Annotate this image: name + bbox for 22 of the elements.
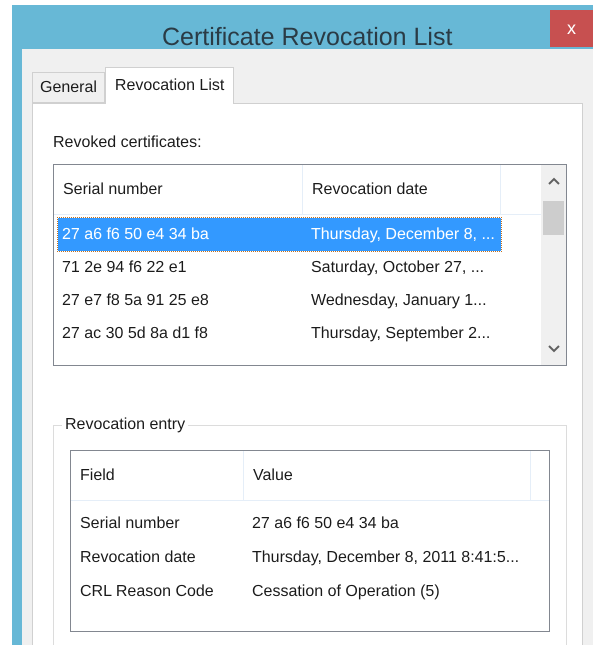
field-value: Cessation of Operation (5) <box>251 582 440 602</box>
list-row[interactable]: 27 ac 30 5d 8a d1 f8 Thursday, September 2... <box>58 317 501 350</box>
scroll-up-icon[interactable] <box>548 177 560 185</box>
window-title: Certificate Revocation List <box>162 22 452 53</box>
field-value: 27 a6 f6 50 e4 34 ba <box>251 514 399 534</box>
scrollbar[interactable] <box>541 165 566 365</box>
tab[interactable]: General <box>32 72 105 103</box>
scroll-thumb[interactable] <box>543 201 564 235</box>
list-row[interactable]: 71 2e 94 f6 22 e1 Saturday, October 27, ... <box>58 251 501 284</box>
scroll-down-icon[interactable] <box>548 345 560 353</box>
field-name: Revocation date <box>79 548 197 568</box>
column-header[interactable]: Serial number <box>54 165 303 214</box>
column-header[interactable]: Field <box>71 451 244 500</box>
field-name: Serial number <box>79 514 181 534</box>
column-header[interactable]: Value <box>244 451 531 500</box>
tab[interactable]: Revocation List <box>104 67 234 104</box>
close-button[interactable]: x <box>550 10 593 47</box>
list-row[interactable]: 27 e7 f8 5a 91 25 e8 Wednesday, January 1... <box>58 284 501 317</box>
list-label: Revoked certificates: <box>53 133 203 153</box>
field-value: Thursday, December 8, 2011 8:41:5... <box>251 548 520 568</box>
column-header[interactable]: Revocation date <box>303 165 501 214</box>
field-name: CRL Reason Code <box>79 582 215 602</box>
